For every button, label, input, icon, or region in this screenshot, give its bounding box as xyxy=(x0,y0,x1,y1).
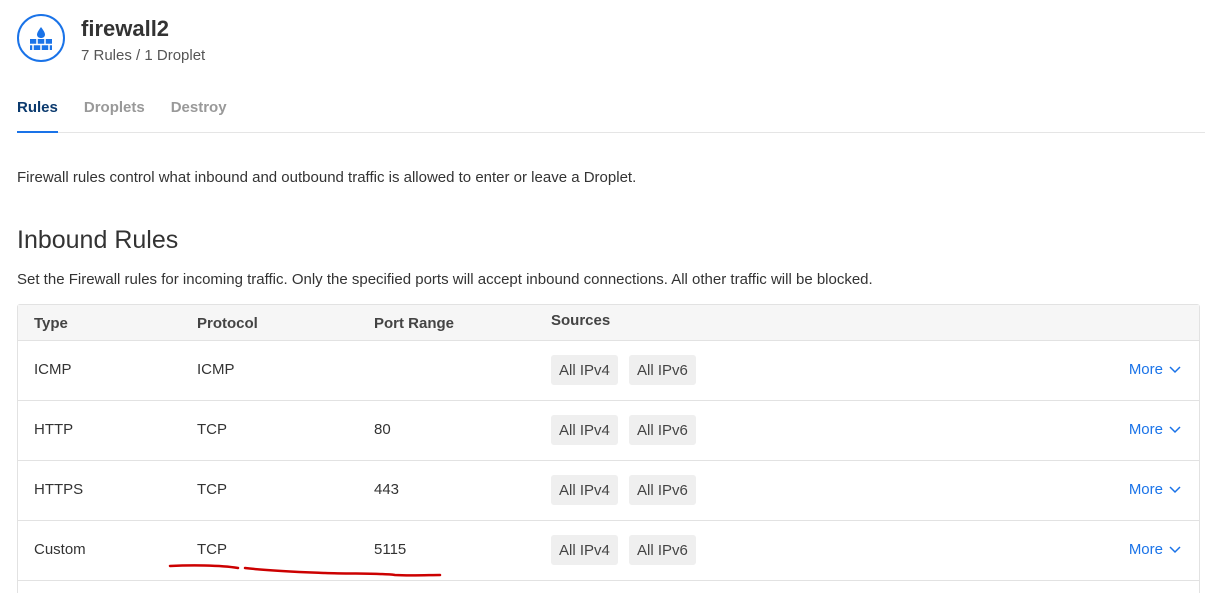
tab-bar: Rules Droplets Destroy xyxy=(17,98,1205,133)
source-chip: All IPv4 xyxy=(551,415,618,445)
header-protocol: Protocol xyxy=(197,315,258,332)
rule-type: HTTPS xyxy=(34,481,84,498)
header-port-range: Port Range xyxy=(374,315,455,332)
firewall-summary: 7 Rules / 1 Droplet xyxy=(81,47,206,64)
source-chip: All IPv4 xyxy=(551,475,618,505)
chevron-down-icon xyxy=(1169,545,1181,553)
table-row: HTTPS TCP 443 All IPv4 All IPv6 More xyxy=(18,461,1199,521)
source-chip: All IPv6 xyxy=(629,355,696,385)
tab-droplets[interactable]: Droplets xyxy=(84,98,145,132)
inbound-rules-description: Set the Firewall rules for incoming traf… xyxy=(17,271,873,288)
header-sources: Sources xyxy=(551,312,611,329)
more-label: More xyxy=(1128,541,1163,558)
header-type: Type xyxy=(34,315,68,332)
firewall-title-block: firewall2 7 Rules / 1 Droplet xyxy=(81,14,205,64)
more-button[interactable]: More xyxy=(1129,481,1181,498)
firewall-icon xyxy=(17,14,65,62)
more-button[interactable]: More xyxy=(1129,421,1181,438)
source-chip: All IPv4 xyxy=(551,535,618,565)
rules-description: Firewall rules control what inbound and … xyxy=(17,169,637,186)
rule-protocol: TCP xyxy=(197,481,227,498)
rule-port-range: 5115 xyxy=(374,541,407,558)
inbound-rules-title: Inbound Rules xyxy=(17,226,179,254)
more-label: More xyxy=(1128,481,1163,498)
tab-rules[interactable]: Rules xyxy=(17,98,58,133)
chevron-down-icon xyxy=(1169,485,1181,493)
firewall-detail-page: firewall2 7 Rules / 1 Droplet Rules Drop… xyxy=(0,0,1205,593)
rule-type: Custom xyxy=(34,541,86,558)
rule-protocol: ICMP xyxy=(197,361,235,378)
source-chip: All IPv6 xyxy=(629,475,696,505)
more-button[interactable]: More xyxy=(1129,541,1181,558)
rule-protocol: TCP xyxy=(197,541,227,558)
rule-protocol: TCP xyxy=(197,421,227,438)
source-chip: All IPv4 xyxy=(551,355,618,385)
source-chip: All IPv6 xyxy=(629,535,696,565)
chevron-down-icon xyxy=(1169,425,1181,433)
source-chip: All IPv6 xyxy=(629,415,696,445)
tab-destroy[interactable]: Destroy xyxy=(171,98,227,132)
firewall-header: firewall2 7 Rules / 1 Droplet xyxy=(17,14,205,64)
rule-type: HTTP xyxy=(34,421,74,438)
more-label: More xyxy=(1128,421,1163,438)
rule-port-range: 443 xyxy=(374,481,400,498)
inbound-rules-table: Type Protocol Port Range Sources ICMP IC… xyxy=(17,304,1200,593)
table-row: HTTP TCP 80 All IPv4 All IPv6 More xyxy=(18,401,1199,461)
firewall-name: firewall2 xyxy=(81,16,170,41)
chevron-down-icon xyxy=(1169,365,1181,373)
table-header: Type Protocol Port Range Sources xyxy=(18,305,1199,341)
table-row: Custom TCP 5115 All IPv4 All IPv6 More xyxy=(18,521,1199,581)
rule-type: ICMP xyxy=(34,361,72,378)
more-button[interactable]: More xyxy=(1129,361,1181,378)
more-label: More xyxy=(1128,361,1163,378)
rule-port-range: 80 xyxy=(374,421,391,438)
table-row: ICMP ICMP All IPv4 All IPv6 More xyxy=(18,341,1199,401)
